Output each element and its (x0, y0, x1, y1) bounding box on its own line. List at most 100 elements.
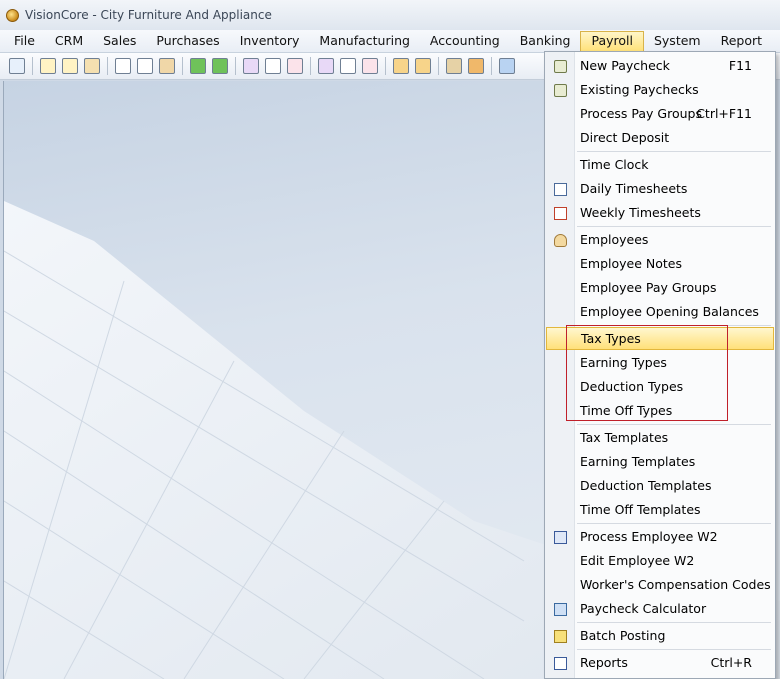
menu-item-label: Process Employee W2 (580, 529, 718, 544)
box-b-icon[interactable] (243, 58, 259, 74)
menu-item-label: Employee Pay Groups (580, 280, 717, 295)
menu-item-new-paycheck[interactable]: New Paycheck F11 (546, 54, 774, 78)
doc-info-icon[interactable] (115, 58, 131, 74)
menu-item-label: Paycheck Calculator (580, 601, 707, 616)
window-title: VisionCore - City Furniture And Applianc… (25, 8, 272, 22)
menu-item-label: Employee Opening Balances (580, 304, 759, 319)
menu-item-reports[interactable]: Reports Ctrl+R (546, 651, 774, 675)
blank-doc-icon[interactable] (340, 58, 356, 74)
batch-posting-icon (552, 628, 568, 644)
menu-manufacturing[interactable]: Manufacturing (309, 31, 420, 51)
menu-report[interactable]: Report (711, 31, 772, 51)
menu-item-employee-opening-balances[interactable]: Employee Opening Balances (546, 300, 774, 324)
menu-separator (577, 424, 771, 425)
menu-payroll[interactable]: Payroll (580, 31, 644, 51)
menu-inventory[interactable]: Inventory (230, 31, 310, 51)
calendar-icon[interactable] (9, 58, 25, 74)
menu-item-existing-paychecks[interactable]: Existing Paychecks (546, 78, 774, 102)
menu-item-time-clock[interactable]: Time Clock (546, 153, 774, 177)
menu-purchases[interactable]: Purchases (146, 31, 229, 51)
house-arrow-icon[interactable] (393, 58, 409, 74)
title-bar: VisionCore - City Furniture And Applianc… (0, 0, 780, 31)
toolbar-separator (385, 57, 386, 75)
menu-item-label: Reports (580, 655, 628, 670)
toolbar-separator (107, 57, 108, 75)
paychecks-icon (552, 82, 568, 98)
menu-accounting[interactable]: Accounting (420, 31, 510, 51)
b-purple-icon[interactable] (318, 58, 334, 74)
calculator-icon (552, 601, 568, 617)
menu-item-label: Employee Notes (580, 256, 682, 271)
menu-item-deduction-templates[interactable]: Deduction Templates (546, 474, 774, 498)
menu-item-shortcut: F11 (728, 58, 752, 73)
menu-separator (577, 325, 771, 326)
daily-timesheet-icon (552, 181, 568, 197)
house-up-icon[interactable] (415, 58, 431, 74)
menu-separator (577, 622, 771, 623)
menu-sales[interactable]: Sales (93, 31, 146, 51)
menu-item-label: Time Clock (580, 157, 649, 172)
green-down-arrow-icon[interactable] (190, 58, 206, 74)
toolbar-separator (32, 57, 33, 75)
menu-item-label: Daily Timesheets (580, 181, 688, 196)
menu-item-direct-deposit[interactable]: Direct Deposit (546, 126, 774, 150)
menu-item-batch-posting[interactable]: Batch Posting (546, 624, 774, 648)
menu-item-label: Earning Types (580, 355, 667, 370)
menu-item-earning-templates[interactable]: Earning Templates (546, 450, 774, 474)
menu-system[interactable]: System (644, 31, 711, 51)
menu-item-label: Deduction Templates (580, 478, 712, 493)
bracket-icon[interactable] (159, 58, 175, 74)
menu-item-worker-s-compensation-codes[interactable]: Worker's Compensation Codes (546, 573, 774, 597)
menu-separator (577, 523, 771, 524)
p-doc-icon[interactable] (362, 58, 378, 74)
doc-edit-icon[interactable] (40, 58, 56, 74)
menu-item-edit-employee-w2[interactable]: Edit Employee W2 (546, 549, 774, 573)
menu-item-employee-pay-groups[interactable]: Employee Pay Groups (546, 276, 774, 300)
menu-item-label: Tax Templates (580, 430, 669, 445)
menu-item-label: Existing Paychecks (580, 82, 699, 97)
tag-icon[interactable] (499, 58, 515, 74)
menu-item-shortcut: Ctrl+F11 (696, 106, 752, 121)
menu-item-process-pay-groups[interactable]: Process Pay Groups Ctrl+F11 (546, 102, 774, 126)
menu-item-tax-templates[interactable]: Tax Templates (546, 426, 774, 450)
menu-item-deduction-types[interactable]: Deduction Types (546, 375, 774, 399)
menu-item-label: Edit Employee W2 (580, 553, 695, 568)
weekly-timesheet-icon (552, 205, 568, 221)
menu-separator (577, 649, 771, 650)
menu-bar: File CRM Sales Purchases Inventory Manufactur… (0, 30, 780, 53)
p-box-icon[interactable] (287, 58, 303, 74)
menu-item-label: Direct Deposit (580, 130, 670, 145)
notepad-icon[interactable] (265, 58, 281, 74)
menu-crm[interactable]: CRM (45, 31, 93, 51)
menu-item-label: Process Pay Groups (580, 106, 702, 121)
w2-icon (552, 529, 568, 545)
menu-item-employees[interactable]: Employees (546, 228, 774, 252)
menu-item-label: Batch Posting (580, 628, 666, 643)
menu-item-shortcut: Ctrl+R (710, 655, 752, 670)
menu-banking[interactable]: Banking (510, 31, 581, 51)
doc-search-icon[interactable] (62, 58, 78, 74)
menu-item-daily-timesheets[interactable]: Daily Timesheets (546, 177, 774, 201)
paycheck-icon (552, 58, 568, 74)
toolbar-separator (310, 57, 311, 75)
house-icon[interactable] (468, 58, 484, 74)
menu-item-process-employee-w2[interactable]: Process Employee W2 (546, 525, 774, 549)
menu-item-time-off-types[interactable]: Time Off Types (546, 399, 774, 423)
doc-zero-icon[interactable] (137, 58, 153, 74)
toolbar-separator (235, 57, 236, 75)
hammer-icon[interactable] (84, 58, 100, 74)
menu-item-earning-types[interactable]: Earning Types (546, 351, 774, 375)
menu-item-label: Earning Templates (580, 454, 696, 469)
menu-separator (577, 226, 771, 227)
menu-item-label: Deduction Types (580, 379, 684, 394)
menu-item-weekly-timesheets[interactable]: Weekly Timesheets (546, 201, 774, 225)
menu-item-employee-notes[interactable]: Employee Notes (546, 252, 774, 276)
menu-help[interactable]: Help (772, 31, 780, 51)
grid-icon[interactable] (446, 58, 462, 74)
green-down-arrow-2-icon[interactable] (212, 58, 228, 74)
menu-item-tax-types[interactable]: Tax Types (546, 327, 774, 350)
menu-item-time-off-templates[interactable]: Time Off Templates (546, 498, 774, 522)
menu-item-paycheck-calculator[interactable]: Paycheck Calculator (546, 597, 774, 621)
menu-file[interactable]: File (0, 31, 45, 51)
menu-item-label: Worker's Compensation Codes (580, 577, 771, 592)
